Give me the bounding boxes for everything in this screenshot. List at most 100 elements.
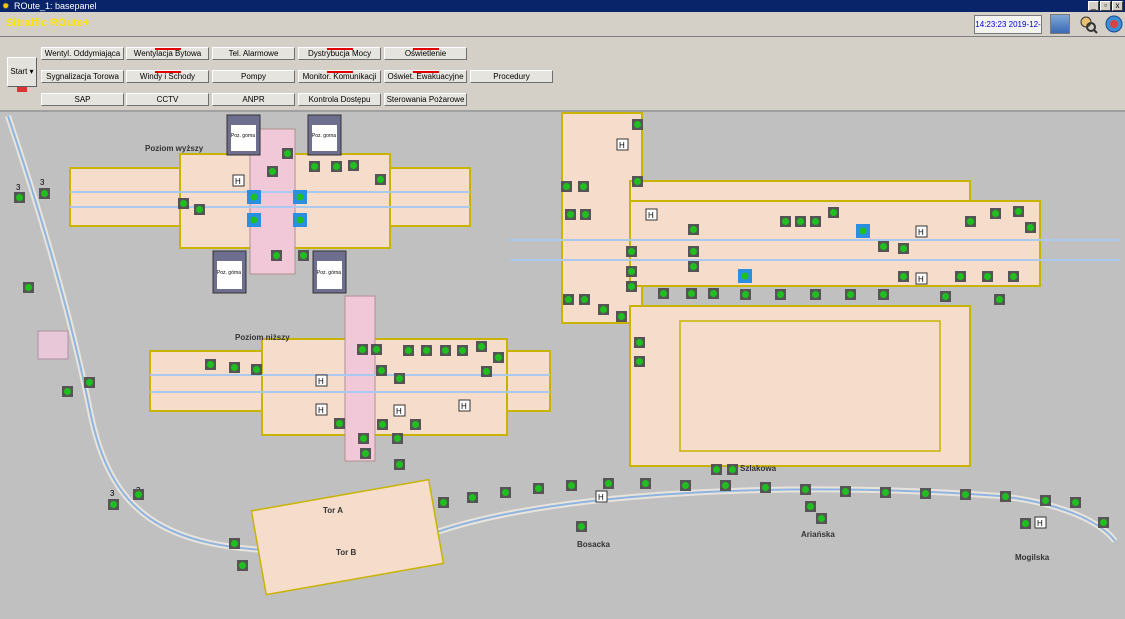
device-indicator[interactable] [421, 345, 432, 356]
device-indicator[interactable] [360, 448, 371, 459]
user-search-icon[interactable] [1078, 14, 1098, 34]
device-indicator[interactable] [438, 497, 449, 508]
device-indicator[interactable] [348, 160, 359, 171]
device-indicator[interactable] [39, 188, 50, 199]
device-indicator[interactable] [62, 386, 73, 397]
device-indicator[interactable] [960, 489, 971, 500]
device-indicator[interactable] [898, 271, 909, 282]
device-indicator[interactable] [780, 216, 791, 227]
device-indicator[interactable] [247, 190, 261, 204]
device-indicator[interactable] [1025, 222, 1036, 233]
btn-oswiet-ewakuacyjne[interactable]: Oświet. Ewakuacyjne [384, 70, 467, 83]
btn-anpr[interactable]: ANPR [212, 93, 295, 106]
device-indicator[interactable] [375, 174, 386, 185]
device-indicator[interactable] [686, 288, 697, 299]
device-indicator[interactable] [331, 161, 342, 172]
signal-symbol[interactable]: H [595, 490, 608, 503]
device-indicator[interactable] [955, 271, 966, 282]
device-indicator[interactable] [84, 377, 95, 388]
device-indicator[interactable] [23, 282, 34, 293]
signal-symbol[interactable]: H [458, 399, 471, 412]
device-indicator[interactable] [990, 208, 1001, 219]
device-indicator[interactable] [840, 486, 851, 497]
device-indicator[interactable] [634, 356, 645, 367]
device-indicator[interactable] [738, 269, 752, 283]
device-indicator[interactable] [576, 521, 587, 532]
device-indicator[interactable] [708, 288, 719, 299]
device-indicator[interactable] [805, 501, 816, 512]
signal-symbol[interactable]: H [616, 138, 629, 151]
device-indicator[interactable] [626, 266, 637, 277]
device-indicator[interactable] [251, 364, 262, 375]
device-indicator[interactable] [626, 246, 637, 257]
alarm-globe-icon[interactable] [1104, 14, 1124, 34]
device-indicator[interactable] [632, 119, 643, 130]
signal-symbol[interactable]: H [232, 174, 245, 187]
device-indicator[interactable] [298, 250, 309, 261]
device-indicator[interactable] [394, 373, 405, 384]
device-indicator[interactable] [377, 419, 388, 430]
device-indicator[interactable] [500, 487, 511, 498]
device-indicator[interactable] [688, 261, 699, 272]
device-indicator[interactable] [845, 289, 856, 300]
btn-tel-alarmowe[interactable]: Tel. Alarmowe [212, 47, 295, 60]
device-indicator[interactable] [108, 499, 119, 510]
signal-symbol[interactable]: H [915, 225, 928, 238]
device-indicator[interactable] [626, 281, 637, 292]
signal-symbol[interactable]: H [915, 272, 928, 285]
device-indicator[interactable] [481, 366, 492, 377]
device-indicator[interactable] [658, 288, 669, 299]
device-indicator[interactable] [640, 478, 651, 489]
btn-sterowania-pozarowe[interactable]: Sterowania Pożarowe [384, 93, 467, 106]
minimize-button[interactable]: _ [1088, 1, 1099, 11]
device-indicator[interactable] [810, 289, 821, 300]
device-indicator[interactable] [634, 337, 645, 348]
device-indicator[interactable] [603, 478, 614, 489]
device-indicator[interactable] [1098, 517, 1109, 528]
device-indicator[interactable] [578, 181, 589, 192]
device-indicator[interactable] [493, 352, 504, 363]
device-indicator[interactable] [878, 289, 889, 300]
btn-wentylacja-bytowa[interactable]: Wentylacja Bytowa [126, 47, 209, 60]
overview-map-icon[interactable] [1050, 14, 1070, 34]
device-indicator[interactable] [880, 487, 891, 498]
device-indicator[interactable] [133, 489, 144, 500]
device-indicator[interactable] [727, 464, 738, 475]
device-indicator[interactable] [800, 484, 811, 495]
device-indicator[interactable] [580, 209, 591, 220]
device-indicator[interactable] [394, 459, 405, 470]
device-indicator[interactable] [688, 246, 699, 257]
device-indicator[interactable] [616, 311, 627, 322]
device-indicator[interactable] [795, 216, 806, 227]
device-indicator[interactable] [440, 345, 451, 356]
device-indicator[interactable] [1070, 497, 1081, 508]
device-indicator[interactable] [376, 365, 387, 376]
start-button[interactable]: Start ▾ [7, 57, 37, 87]
btn-cctv[interactable]: CCTV [126, 93, 209, 106]
device-indicator[interactable] [940, 291, 951, 302]
device-indicator[interactable] [476, 341, 487, 352]
device-indicator[interactable] [740, 289, 751, 300]
restore-button[interactable]: ▫ [1100, 1, 1111, 11]
btn-pompy[interactable]: Pompy [212, 70, 295, 83]
btn-kontrola-dostepu[interactable]: Kontrola Dostępu [298, 93, 381, 106]
device-indicator[interactable] [205, 359, 216, 370]
signal-symbol[interactable]: H [315, 403, 328, 416]
device-indicator[interactable] [598, 304, 609, 315]
device-indicator[interactable] [760, 482, 771, 493]
device-indicator[interactable] [1000, 491, 1011, 502]
device-indicator[interactable] [711, 464, 722, 475]
device-indicator[interactable] [357, 344, 368, 355]
device-indicator[interactable] [229, 362, 240, 373]
device-indicator[interactable] [982, 271, 993, 282]
device-indicator[interactable] [775, 289, 786, 300]
device-indicator[interactable] [965, 216, 976, 227]
device-indicator[interactable] [720, 480, 731, 491]
device-indicator[interactable] [1020, 518, 1031, 529]
device-indicator[interactable] [920, 488, 931, 499]
device-indicator[interactable] [178, 198, 189, 209]
device-indicator[interactable] [828, 207, 839, 218]
btn-dystrybucja-mocy[interactable]: Dystrybucja Mocy [298, 47, 381, 60]
device-indicator[interactable] [1040, 495, 1051, 506]
device-indicator[interactable] [403, 345, 414, 356]
